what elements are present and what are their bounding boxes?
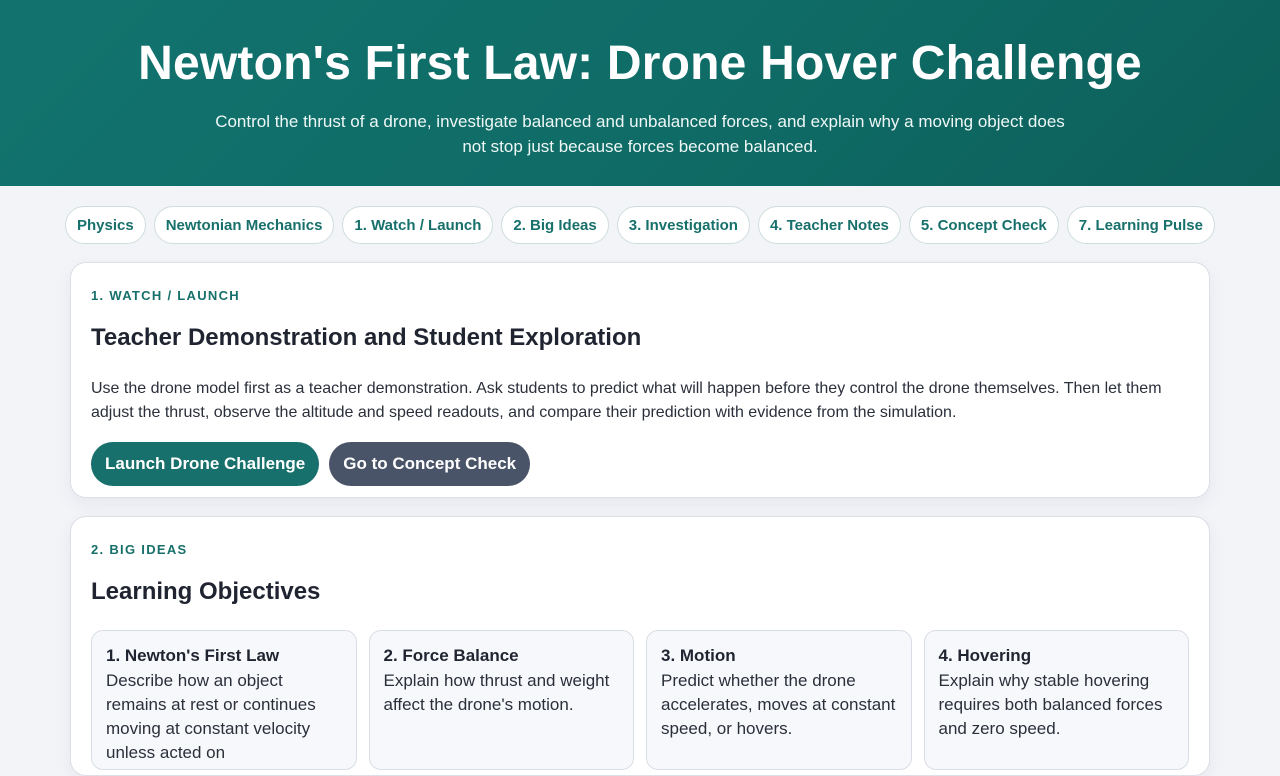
launch-drone-button[interactable]: Launch Drone Challenge: [91, 442, 320, 486]
pill-watch-launch[interactable]: 1. Watch / Launch: [342, 206, 494, 244]
section-eyebrow: 1. Watch / Launch: [91, 288, 240, 303]
section-description: Use the drone model first as a teacher d…: [91, 380, 1162, 421]
objective-text: Predict whether the drone accelerates, m…: [661, 671, 896, 738]
pill-concept-check[interactable]: 5. Concept Check: [908, 206, 1059, 244]
section-eyebrow: 2. Big Ideas: [91, 542, 188, 557]
page-title: Newton's First Law: Drone Hover Challeng…: [138, 37, 1142, 90]
objective-title: 1. Newton's First Law: [106, 646, 280, 665]
pill-learning-pulse[interactable]: 7. Learning Pulse: [1066, 206, 1215, 244]
objective-card: 1. Newton's First Law Describe how an ob…: [91, 630, 357, 770]
page-subtitle: Control the thrust of a drone, investiga…: [215, 112, 1065, 156]
objective-card: 3. Motion Predict whether the drone acce…: [646, 630, 912, 770]
action-row: Launch Drone Challenge Go to Concept Che…: [91, 442, 1189, 486]
section-nav: Physics Newtonian Mechanics 1. Watch / L…: [0, 206, 1280, 244]
objective-title: 2. Force Balance: [383, 646, 519, 665]
pill-teacher-notes[interactable]: 4. Teacher Notes: [757, 206, 901, 244]
pill-big-ideas[interactable]: 2. Big Ideas: [501, 206, 609, 244]
objective-title: 3. Motion: [661, 646, 736, 665]
section-heading: Learning Objectives: [91, 578, 321, 605]
objective-text: Explain how thrust and weight affect the…: [383, 671, 610, 714]
pill-physics[interactable]: Physics: [64, 206, 146, 244]
hero-banner: Newton's First Law: Drone Hover Challeng…: [0, 0, 1280, 186]
section-heading: Teacher Demonstration and Student Explor…: [91, 324, 642, 351]
objectives-grid: 1. Newton's First Law Describe how an ob…: [91, 630, 1189, 770]
pill-newtonian-mechanics[interactable]: Newtonian Mechanics: [153, 206, 335, 244]
pill-investigation[interactable]: 3. Investigation: [616, 206, 750, 244]
objective-text: Describe how an object remains at rest o…: [106, 671, 316, 762]
objective-card: 2. Force Balance Explain how thrust and …: [368, 630, 634, 770]
watch-launch-card: 1. Watch / Launch Teacher Demonstration …: [70, 262, 1210, 498]
objective-title: 4. Hovering: [938, 646, 1032, 665]
concept-check-button[interactable]: Go to Concept Check: [329, 442, 531, 486]
big-ideas-card: 2. Big Ideas Learning Objectives 1. Newt…: [70, 516, 1210, 776]
objective-text: Explain why stable hovering requires bot…: [938, 671, 1163, 738]
objective-card: 4. Hovering Explain why stable hovering …: [923, 630, 1189, 770]
